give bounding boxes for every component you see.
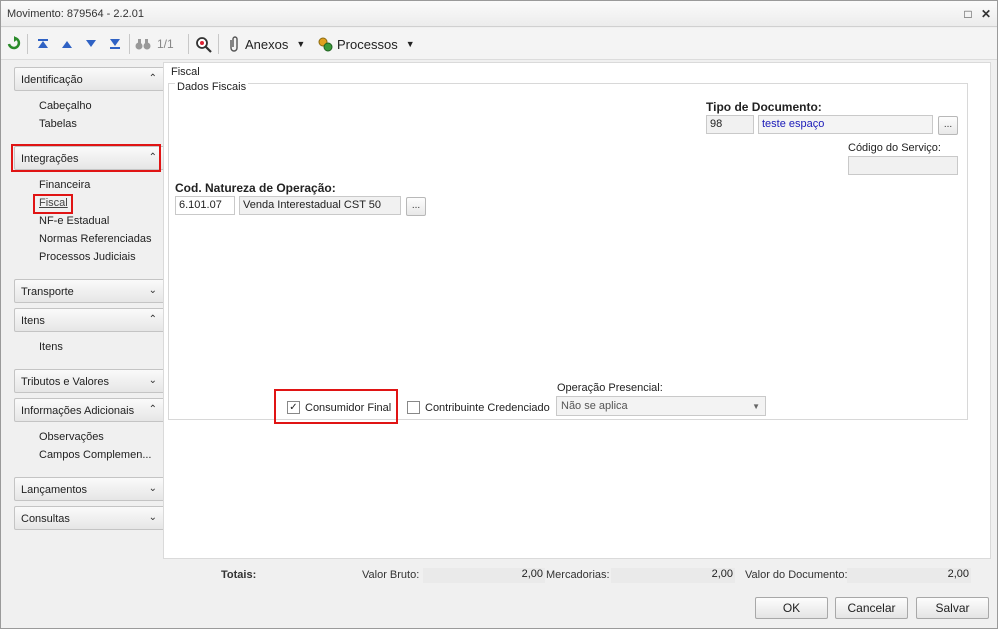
group-label: Consultas [21,513,70,525]
group-transporte[interactable]: Transporte ⌄ [14,279,166,303]
group-label: Tributos e Valores [21,376,110,388]
toolbar-separator [218,34,219,54]
group-identificacao[interactable]: Identificação ⌃ [14,67,166,91]
processos-label: Processos [337,36,398,52]
codigo-servico-field[interactable] [848,156,958,175]
totals-label: Totais: [221,569,257,581]
first-record-button[interactable] [37,34,49,54]
chevron-down-icon: ⌄ [148,375,157,386]
valor-documento-value: 2,00 [847,568,971,583]
group-itens[interactable]: Itens ⌃ [14,308,166,332]
toolbar: 1/1 Anexos ▼ Processos ▼ [1,28,997,60]
sidebar-item-tabelas[interactable]: Tabelas [39,118,77,130]
cancel-button[interactable]: Cancelar [835,597,908,619]
group-lancamentos[interactable]: Lançamentos ⌄ [14,477,166,501]
group-label: Informações Adicionais [21,405,135,417]
consumidor-final-checkbox[interactable]: ✓ [287,401,300,414]
mercadorias-value: 2,00 [611,568,735,583]
last-record-icon [110,39,120,49]
find-button[interactable] [135,34,151,54]
sidebar-item-financeira[interactable]: Financeira [39,179,90,191]
sidebar-item-cabecalho[interactable]: Cabeçalho [39,100,92,112]
group-label: Identificação [21,74,83,86]
sidebar: Identificação ⌃ Cabeçalho Tabelas Integr… [8,62,166,557]
previous-record-button[interactable] [61,34,73,54]
toolbar-separator [188,34,189,54]
operacao-presencial-value: Não se aplica [561,400,628,412]
window-title: Movimento: 879564 - 2.2.01 [7,8,144,20]
close-icon[interactable]: ✕ [979,7,993,21]
next-record-button[interactable] [85,34,97,54]
zoom-button[interactable] [195,34,212,54]
consumidor-final-label: Consumidor Final [305,402,392,414]
chevron-down-icon: ▼ [405,39,415,49]
toolbar-separator [129,34,130,54]
sidebar-item-campos-complementares[interactable]: Campos Complemen... [39,449,152,461]
binoculars-icon [135,39,151,50]
sidebar-item-nfe-estadual[interactable]: NF-e Estadual [39,215,109,227]
chevron-down-icon: ▼ [296,39,306,49]
group-consultas[interactable]: Consultas ⌄ [14,506,166,530]
chevron-up-icon: ⌃ [148,314,157,325]
natureza-operacao-lookup-button[interactable]: ... [406,197,426,216]
chevron-up-icon: ⌃ [148,73,157,84]
mercadorias-label: Mercadorias: [546,569,610,581]
paperclip-icon [230,36,238,52]
toolbar-separator [27,34,28,54]
chevron-up-icon: ⌃ [148,404,157,415]
chevron-down-icon: ⌄ [148,285,157,296]
movimento-window: Movimento: 879564 - 2.2.01 □ ✕ 1/1 Anexo… [0,0,998,629]
tipo-documento-lookup-button[interactable]: ... [938,116,958,135]
chevron-down-icon: ⌄ [148,512,157,523]
restore-icon[interactable]: □ [961,7,975,21]
arrow-up-icon [62,41,72,48]
record-counter: 1/1 [157,37,174,51]
natureza-operacao-label: Cod. Natureza de Operação: [175,181,336,195]
group-label: Transporte [21,286,74,298]
ok-button[interactable]: OK [755,597,828,619]
tipo-documento-label: Tipo de Documento: [706,100,822,114]
anexos-label: Anexos [245,36,289,52]
processos-menu[interactable]: Processos ▼ [317,34,415,54]
codigo-servico-label: Código do Serviço: [848,142,941,154]
save-button[interactable]: Salvar [916,597,989,619]
group-label: Lançamentos [21,484,88,496]
sidebar-item-processos-judiciais[interactable]: Processos Judiciais [39,251,136,263]
tipo-documento-code[interactable]: 98 [706,115,754,134]
operacao-presencial-label: Operação Presencial: [557,382,663,394]
section-title: Fiscal [171,66,200,78]
natureza-operacao-desc[interactable]: Venda Interestadual CST 50 [239,196,401,215]
anexos-menu[interactable]: Anexos ▼ [227,34,305,54]
sidebar-item-observacoes[interactable]: Observações [39,431,104,443]
tipo-documento-desc[interactable]: teste espaço [758,115,933,134]
natureza-operacao-code[interactable]: 6.101.07 [175,196,235,215]
valor-documento-label: Valor do Documento: [745,569,848,581]
highlight-box [11,144,161,172]
operacao-presencial-select[interactable]: Não se aplica ▼ [556,396,766,416]
group-tributos-valores[interactable]: Tributos e Valores ⌄ [14,369,166,393]
frame-title: Dados Fiscais [175,81,249,93]
valor-bruto-label: Valor Bruto: [362,569,420,581]
sidebar-item-itens[interactable]: Itens [39,341,63,353]
first-record-icon [38,39,48,48]
contribuinte-credenciado-label: Contribuinte Credenciado [425,402,550,414]
refresh-button[interactable] [7,34,21,54]
arrow-down-icon [86,40,96,47]
group-informacoes-adicionais[interactable]: Informações Adicionais ⌃ [14,398,166,422]
dados-fiscais-frame: Dados Fiscais Tipo de Documento: 98 test… [168,81,968,424]
fiscal-panel: Fiscal Dados Fiscais Tipo de Documento: … [163,62,991,559]
last-record-button[interactable] [109,34,121,54]
sidebar-item-normas-referenciadas[interactable]: Normas Referenciadas [39,233,152,245]
title-bar: Movimento: 879564 - 2.2.01 □ ✕ [1,1,997,27]
contribuinte-credenciado-checkbox[interactable] [407,401,420,414]
chevron-down-icon: ⌄ [148,483,157,494]
chevron-down-icon: ▼ [752,402,760,411]
group-label: Itens [21,315,45,327]
valor-bruto-value: 2,00 [423,568,545,583]
gears-icon [318,37,333,52]
refresh-icon [7,36,21,50]
highlight-box [33,194,73,214]
magnifier-icon [196,36,212,53]
